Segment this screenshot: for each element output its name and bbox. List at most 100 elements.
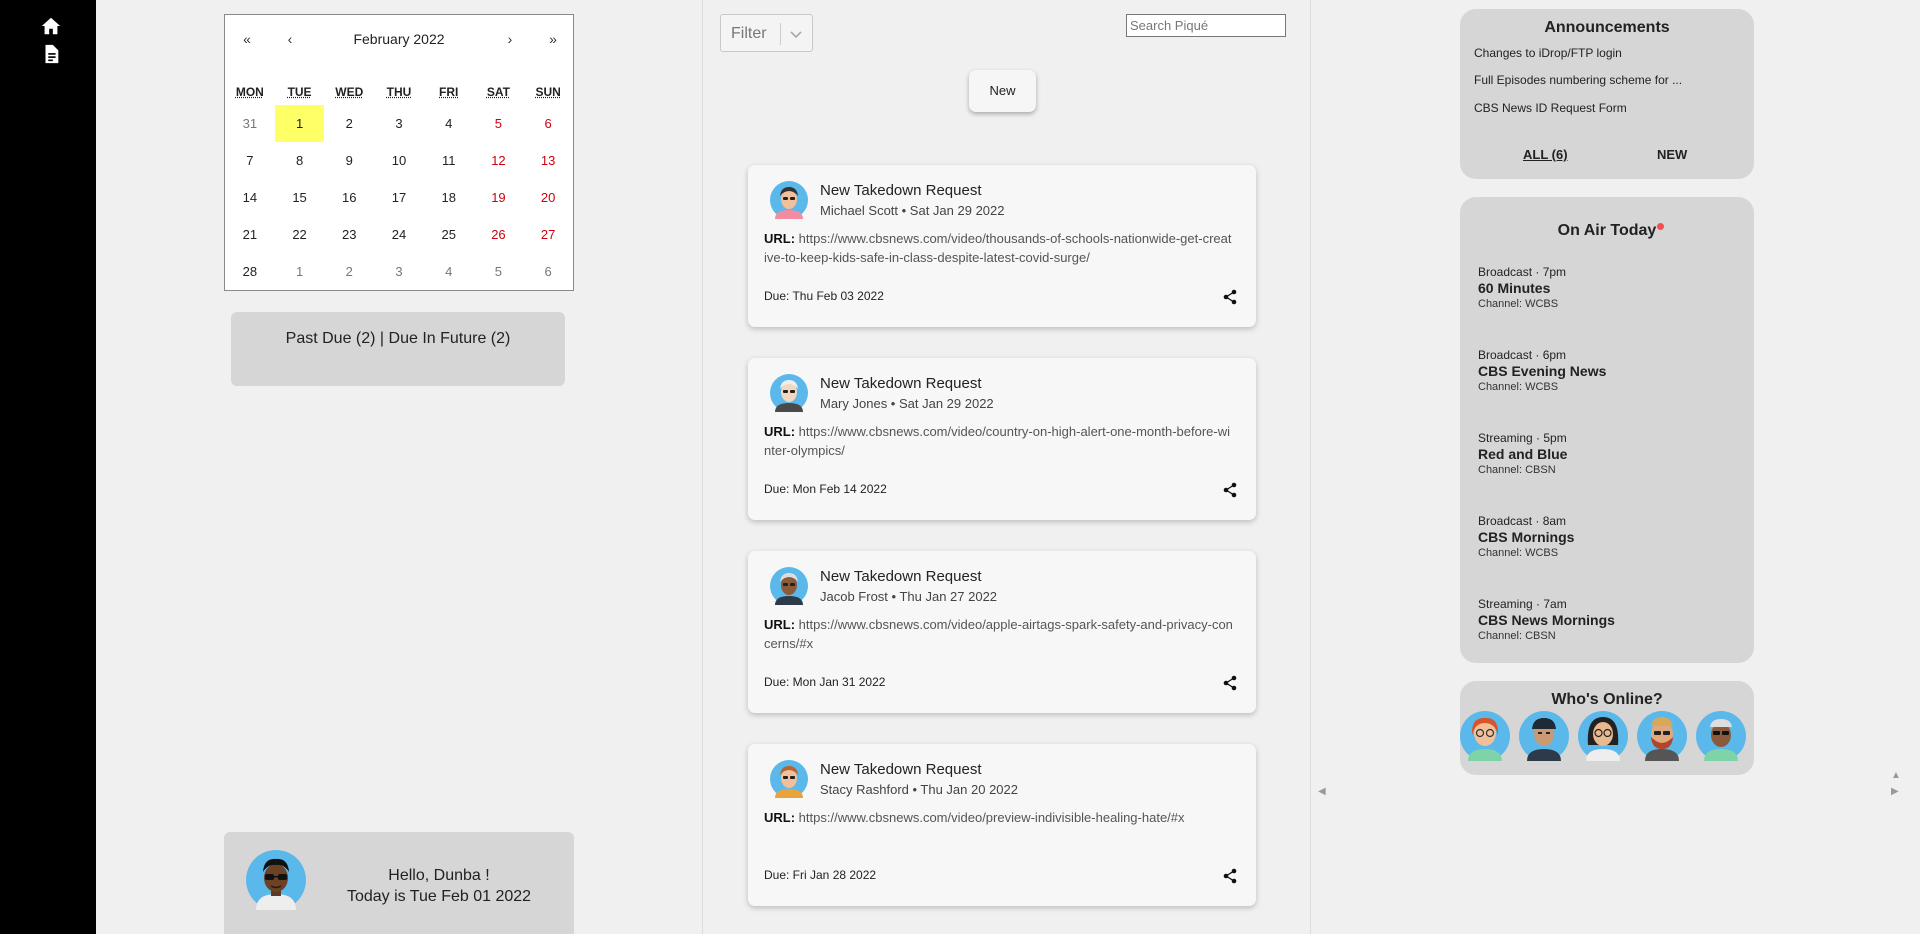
calendar-day[interactable]: 18 (424, 179, 474, 216)
calendar-day[interactable]: 22 (275, 216, 325, 253)
calendar-day[interactable]: 19 (474, 179, 524, 216)
on-air-item[interactable]: Broadcast · 6pm CBS Evening News Channel: … (1478, 348, 1606, 393)
calendar-day[interactable]: 5 (474, 253, 524, 290)
announcement-item[interactable]: Changes to iDrop/FTP login (1474, 46, 1622, 60)
on-air-panel: On Air Today Broadcast · 7pm 60 Minutes Ch… (1460, 197, 1754, 663)
weekday-header: SAT (486, 85, 510, 99)
share-icon[interactable] (1222, 289, 1238, 305)
calendar-day[interactable]: 2 (324, 105, 374, 142)
search-input[interactable] (1126, 14, 1286, 37)
on-air-item[interactable]: Streaming · 7am CBS News Mornings Channel:… (1478, 597, 1615, 642)
calendar-day[interactable]: 28 (225, 253, 275, 290)
url-link[interactable]: https://www.cbsnews.com/video/country-on… (764, 424, 1230, 458)
calendar-day[interactable]: 15 (275, 179, 325, 216)
takedown-request-card[interactable]: New Takedown Request Stacy Rashford • Thu… (748, 744, 1256, 906)
share-icon[interactable] (1222, 868, 1238, 884)
announcement-item[interactable]: CBS News ID Request Form (1474, 101, 1627, 115)
filter-label: Filter (731, 25, 767, 42)
scroll-right-arrow[interactable]: ▶ (1891, 786, 1899, 797)
calendar-day[interactable]: 23 (324, 216, 374, 253)
right-column: Announcements Changes to iDrop/FTP login… (1312, 0, 1920, 934)
new-announcements-link[interactable]: NEW (1657, 147, 1687, 162)
calendar-day[interactable]: 24 (374, 216, 424, 253)
calendar-day[interactable]: 3 (374, 105, 424, 142)
chevron-down-icon (790, 31, 802, 39)
all-announcements-link[interactable]: ALL (6) (1523, 147, 1568, 162)
scroll-up-arrow[interactable]: ▲ (1891, 770, 1901, 781)
card-subtitle: Jacob Frost • Thu Jan 27 2022 (820, 589, 998, 604)
calendar-day[interactable]: 3 (374, 253, 424, 290)
share-icon[interactable] (1222, 675, 1238, 691)
next-year-button[interactable]: » (538, 31, 568, 47)
filter-select[interactable]: Filter (720, 14, 813, 52)
calendar-grid: MON TUE WED THU FRI SAT SUN 31 1 2 3 4 5 6 7 8 9 10 11 12 13… (225, 79, 573, 290)
due-summary[interactable]: Past Due (2) | Due In Future (2) (231, 312, 565, 386)
calendar: « ‹ February 2022 › » MON TUE WED THU FRI SAT… (224, 14, 574, 291)
live-indicator (1657, 223, 1664, 230)
card-title: New Takedown Request (820, 761, 982, 778)
calendar-day[interactable]: 1 (274, 105, 325, 142)
card-title: New Takedown Request (820, 568, 982, 585)
calendar-day[interactable]: 5 (474, 105, 524, 142)
calendar-day[interactable]: 6 (523, 105, 573, 142)
calendar-day[interactable]: 17 (374, 179, 424, 216)
on-air-item[interactable]: Streaming · 5pm Red and Blue Channel: CBSN (1478, 431, 1567, 476)
calendar-day[interactable]: 14 (225, 179, 275, 216)
calendar-day[interactable]: 20 (523, 179, 573, 216)
card-due-date: Due: Thu Feb 03 2022 (764, 289, 884, 303)
card-due-date: Due: Mon Jan 31 2022 (764, 675, 886, 689)
document-icon[interactable] (40, 43, 62, 65)
calendar-day[interactable]: 8 (275, 142, 325, 179)
home-icon[interactable] (40, 15, 62, 37)
card-url: URL: https://www.cbsnews.com/video/thous… (764, 229, 1234, 267)
calendar-day[interactable]: 25 (424, 216, 474, 253)
weekday-header: FRI (439, 85, 459, 99)
calendar-day[interactable]: 2 (324, 253, 374, 290)
online-user-avatar[interactable] (1578, 711, 1628, 761)
calendar-day[interactable]: 31 (225, 105, 275, 142)
url-label: URL: (764, 231, 796, 246)
url-label: URL: (764, 424, 796, 439)
scroll-left-arrow[interactable]: ◀ (1318, 786, 1326, 797)
calendar-day[interactable]: 1 (275, 253, 325, 290)
on-air-channel: Channel: WCBS (1478, 381, 1559, 393)
calendar-day[interactable]: 21 (225, 216, 275, 253)
calendar-day[interactable]: 7 (225, 142, 275, 179)
calendar-day[interactable]: 27 (523, 216, 573, 253)
card-due-date: Due: Mon Feb 14 2022 (764, 482, 887, 496)
calendar-day[interactable]: 6 (523, 253, 573, 290)
calendar-day[interactable]: 4 (424, 253, 474, 290)
share-icon[interactable] (1222, 482, 1238, 498)
url-link[interactable]: https://www.cbsnews.com/video/preview-in… (799, 810, 1185, 825)
takedown-request-card[interactable]: New Takedown Request Jacob Frost • Thu Ja… (748, 551, 1256, 713)
calendar-day[interactable]: 11 (424, 142, 474, 179)
online-user-avatar[interactable] (1637, 711, 1687, 761)
announcements-panel: Announcements Changes to iDrop/FTP login… (1460, 9, 1754, 179)
on-air-show: CBS News Mornings (1478, 612, 1615, 628)
calendar-day[interactable]: 12 (474, 142, 524, 179)
url-link[interactable]: https://www.cbsnews.com/video/apple-airt… (764, 617, 1233, 651)
calendar-day[interactable]: 13 (523, 142, 573, 179)
calendar-day[interactable]: 26 (474, 216, 524, 253)
on-air-show: CBS Mornings (1478, 529, 1575, 545)
on-air-channel: Channel: WCBS (1478, 298, 1559, 310)
on-air-meta: Streaming · 7am (1478, 597, 1567, 611)
on-air-item[interactable]: Broadcast · 7pm 60 Minutes Channel: WCBS (1478, 265, 1566, 310)
calendar-day[interactable]: 4 (424, 105, 474, 142)
takedown-request-card[interactable]: New Takedown Request Michael Scott • Sat … (748, 165, 1256, 327)
on-air-channel: Channel: WCBS (1478, 547, 1559, 559)
announcement-item[interactable]: Full Episodes numbering scheme for ... (1474, 73, 1682, 87)
calendar-day[interactable]: 9 (324, 142, 374, 179)
new-button[interactable]: New (969, 70, 1036, 112)
online-user-avatar[interactable] (1696, 711, 1746, 761)
greeting-line: Hello, Dunba ! (388, 867, 490, 884)
takedown-request-card[interactable]: New Takedown Request Mary Jones • Sat Jan… (748, 358, 1256, 520)
online-user-avatar[interactable] (1460, 711, 1510, 761)
url-link[interactable]: https://www.cbsnews.com/video/thousands-… (764, 231, 1232, 265)
on-air-item[interactable]: Broadcast · 8am CBS Mornings Channel: WCBS (1478, 514, 1574, 559)
next-month-button[interactable]: › (495, 31, 525, 47)
calendar-day[interactable]: 16 (324, 179, 374, 216)
online-user-avatar[interactable] (1519, 711, 1569, 761)
today-line: Today is Tue Feb 01 2022 (346, 888, 532, 905)
calendar-day[interactable]: 10 (374, 142, 424, 179)
